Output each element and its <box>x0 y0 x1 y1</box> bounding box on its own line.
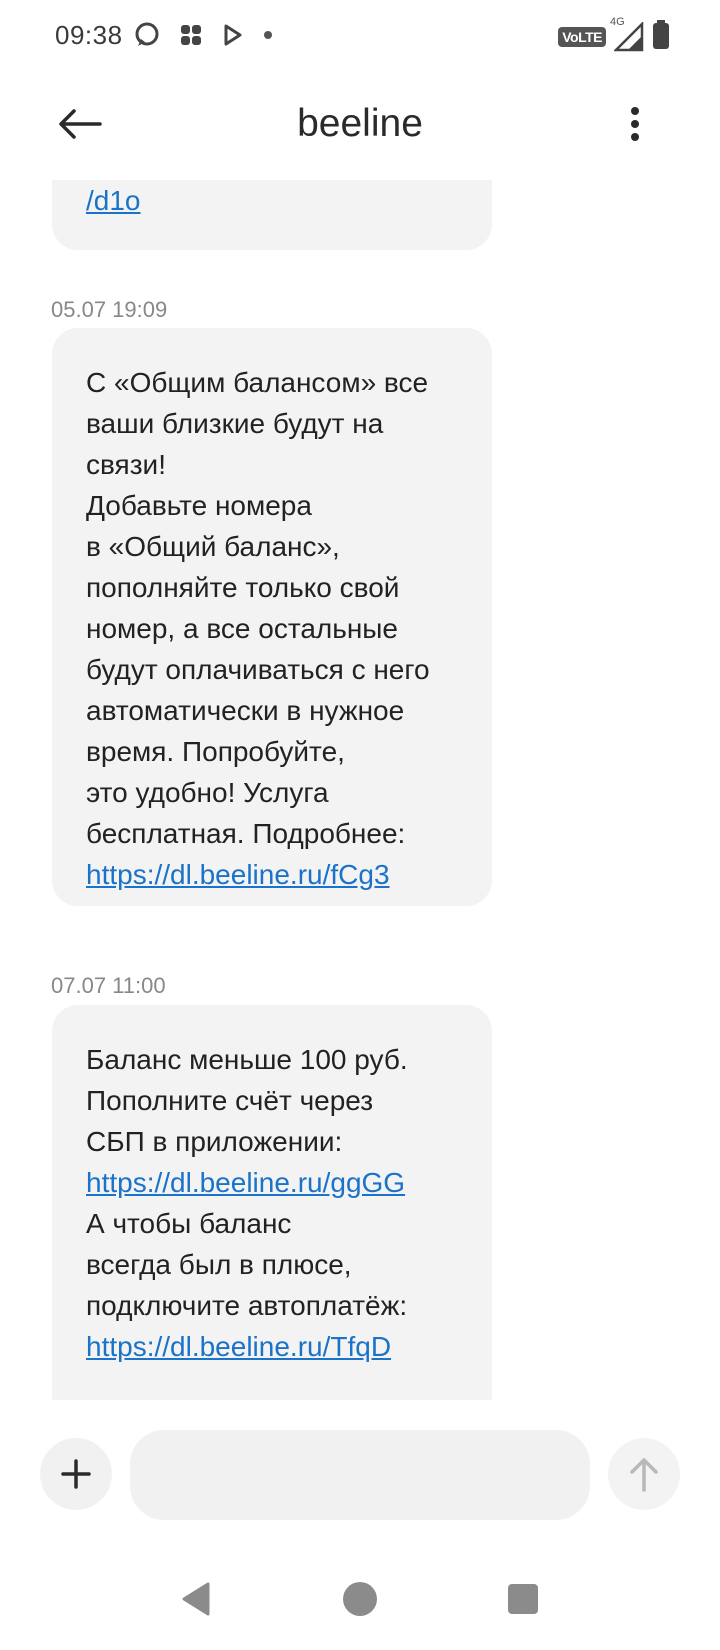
message-text-line: Пополните счёт через <box>86 1085 374 1116</box>
more-options-button[interactable] <box>610 94 660 154</box>
signal-icon: 4G <box>610 16 644 52</box>
message-link[interactable]: /d1o <box>86 180 458 221</box>
plus-icon <box>61 1459 91 1489</box>
composer <box>0 1420 720 1530</box>
chat-bubble-icon <box>134 22 160 53</box>
message-text-line: в «Общий баланс», <box>86 531 340 562</box>
message-text-line: А чтобы баланс <box>86 1208 292 1239</box>
play-store-icon <box>222 23 244 52</box>
message-bubble[interactable]: /d1o <box>52 180 492 250</box>
clover-icon <box>178 22 204 53</box>
message-text-line: всегда был в плюсе, <box>86 1249 352 1280</box>
message-text-line: время. Попробуйте, <box>86 736 345 767</box>
message-text-line: Добавьте номера <box>86 490 312 521</box>
message-text-line: бесплатная. Подробнее: <box>86 818 406 849</box>
nav-home-button[interactable] <box>343 1582 377 1616</box>
send-button[interactable] <box>608 1438 680 1510</box>
message-text-line: пополняйте только свой <box>86 572 400 603</box>
message-text-line: СБП в приложении: <box>86 1126 343 1157</box>
message-timestamp: 05.07 19:09 <box>51 297 168 322</box>
message-link[interactable]: https://dl.beeline.ru/fCg3 <box>86 854 458 895</box>
more-vertical-icon <box>631 107 639 141</box>
message-text-line: ваши близкие будут на <box>86 408 384 439</box>
message-input[interactable] <box>130 1430 590 1520</box>
dot-icon <box>262 28 274 46</box>
volte-badge: VoLTE <box>558 27 606 47</box>
message-bubble[interactable]: С «Общим балансом» все ваши близкие буду… <box>52 328 492 906</box>
app-bar: beeline <box>0 72 720 180</box>
triangle-back-icon <box>182 1582 210 1616</box>
message-link[interactable]: https://dl.beeline.ru/ggGG <box>86 1162 458 1203</box>
nav-recents-button[interactable] <box>508 1584 538 1614</box>
system-icons: VoLTE 4G <box>558 16 670 55</box>
add-attachment-button[interactable] <box>40 1438 112 1510</box>
message-timestamp: 07.07 11:00 <box>51 973 166 998</box>
status-bar: 09:38 VoLTE 4G <box>0 0 720 72</box>
message-list[interactable]: /d1o 05.07 19:09 С «Общим балансом» все … <box>0 180 720 1400</box>
message-text-line: это удобно! Услуга <box>86 777 329 808</box>
status-time: 09:38 <box>55 20 123 50</box>
message-text-line: С «Общим балансом» все <box>86 367 429 398</box>
message-text-line: подключите автоплатёж: <box>86 1290 408 1321</box>
battery-icon <box>652 19 670 55</box>
message-text-line: номер, а все остальные <box>86 613 398 644</box>
message-link[interactable]: https://dl.beeline.ru/TfqD <box>86 1326 458 1367</box>
message-text-line: связи! <box>86 449 166 480</box>
arrow-up-icon <box>630 1458 658 1492</box>
network-label: 4G <box>610 16 625 28</box>
message-bubble[interactable]: Баланс меньше 100 руб. Пополните счёт че… <box>52 1005 492 1400</box>
notification-icons <box>134 22 274 52</box>
message-text-line: будут оплачиваться с него <box>86 654 430 685</box>
system-nav-bar <box>0 1560 720 1650</box>
message-text-line: Баланс меньше 100 руб. <box>86 1044 408 1075</box>
message-text-line: автоматически в нужное <box>86 695 405 726</box>
nav-back-button[interactable] <box>180 1582 212 1621</box>
